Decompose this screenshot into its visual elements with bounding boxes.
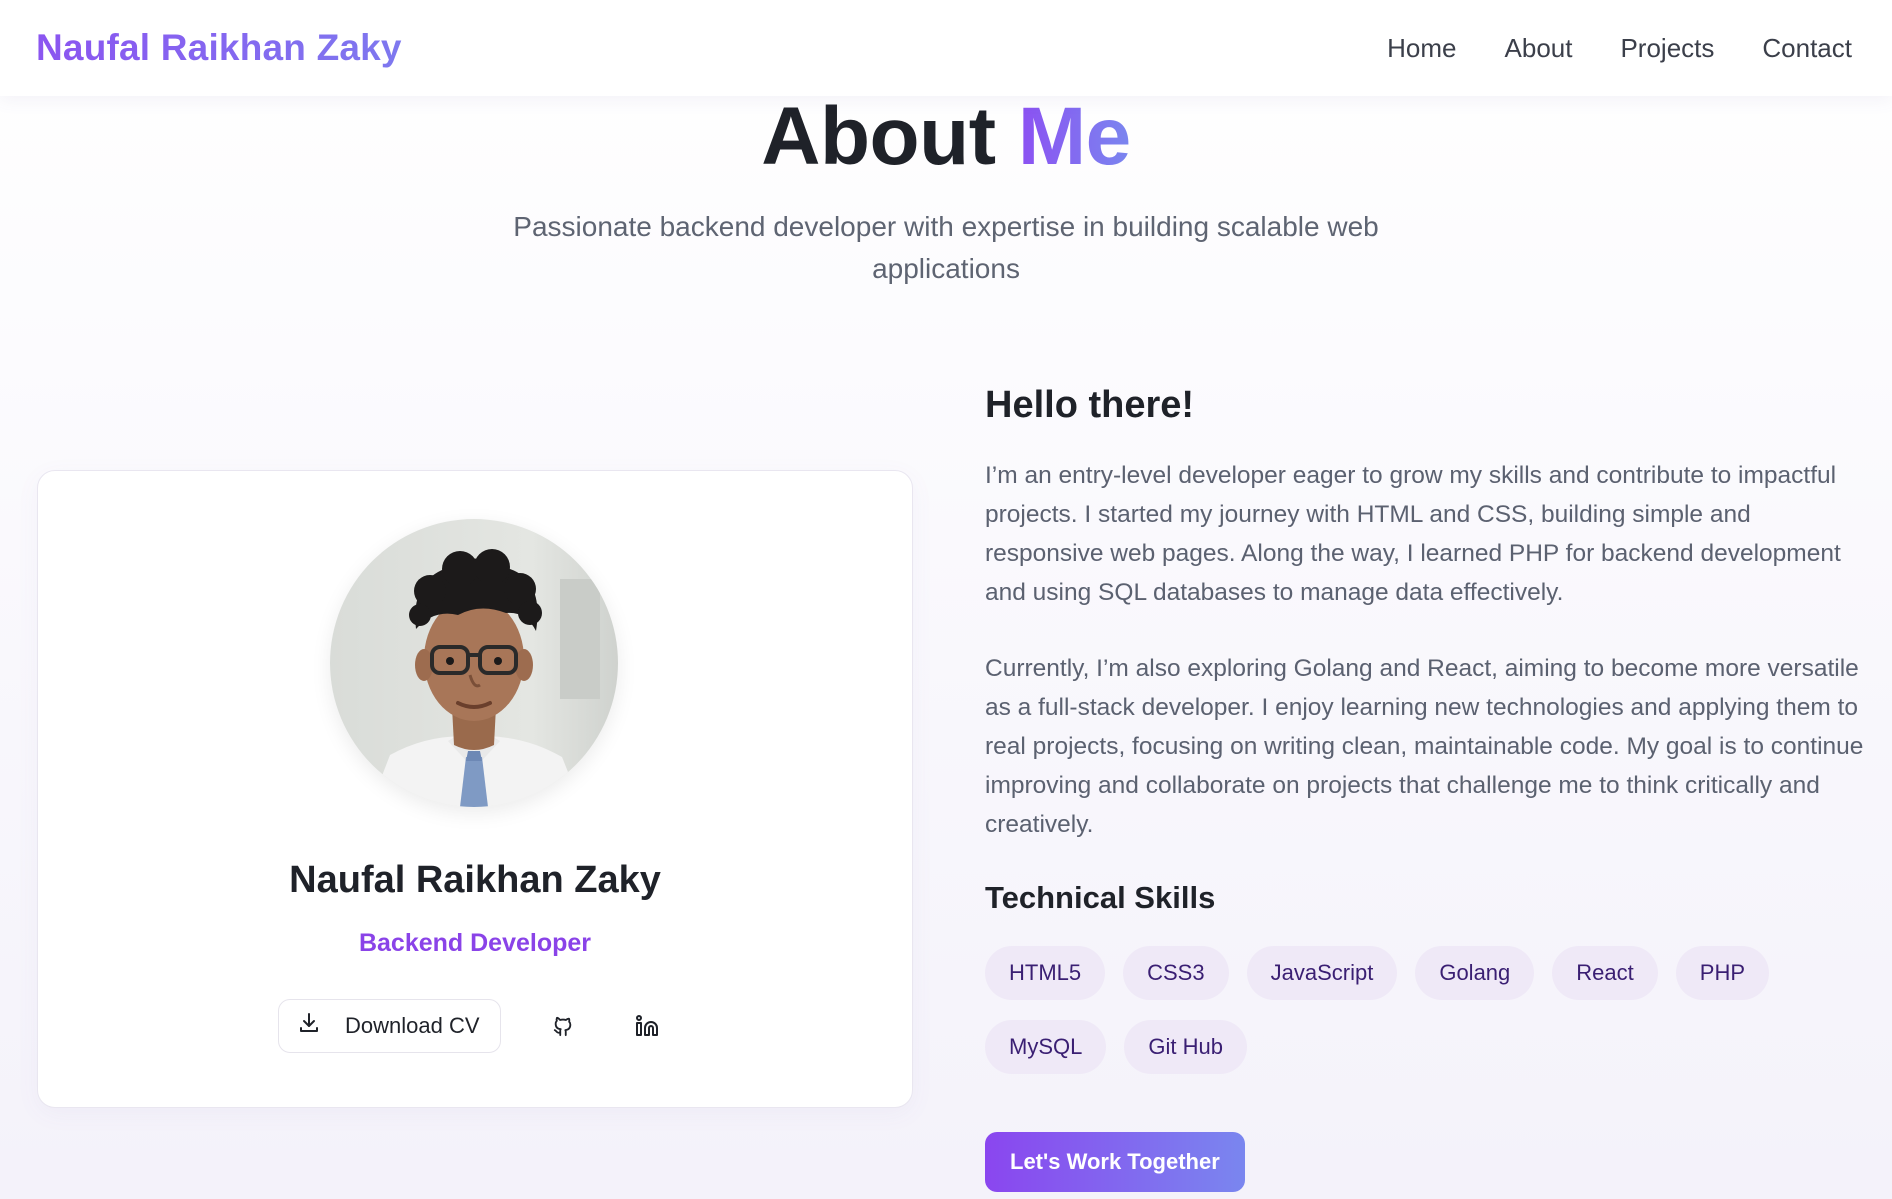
about-paragraph-1: I’m an entry-level developer eager to gr…	[985, 462, 1841, 606]
github-icon[interactable]	[541, 1004, 585, 1048]
work-together-button[interactable]: Let's Work Together	[985, 1132, 1245, 1192]
navbar: Naufal Raikhan Zaky Home About Projects …	[0, 0, 1892, 96]
nav-links: Home About Projects Contact	[1387, 33, 1856, 64]
skill-tag-javascript: JavaScript	[1246, 946, 1398, 1000]
skill-tag-html5: HTML5	[985, 946, 1106, 1000]
brand-logo[interactable]: Naufal Raikhan Zaky	[36, 27, 402, 69]
skill-tag-react: React	[1552, 946, 1658, 1000]
avatar	[330, 519, 618, 807]
skills-heading: Technical Skills	[985, 880, 1216, 915]
nav-link-home[interactable]: Home	[1387, 33, 1456, 64]
skills-list: HTML5 CSS3 JavaScript Golang React PHP M…	[985, 946, 1845, 1074]
about-paragraph-2: Currently, I’m also exploring Golang and…	[985, 655, 1864, 838]
page-title-accent: Me	[1017, 91, 1131, 182]
skill-tag-css3: CSS3	[1123, 946, 1229, 1000]
nav-link-about[interactable]: About	[1505, 33, 1573, 64]
greeting-heading: Hello there!	[985, 384, 1195, 426]
download-icon	[297, 1011, 321, 1041]
profile-name: Naufal Raikhan Zaky	[289, 859, 661, 901]
avatar-photo	[330, 519, 618, 807]
skill-tag-php: PHP	[1675, 946, 1770, 1000]
nav-link-projects[interactable]: Projects	[1620, 33, 1714, 64]
skill-tag-mysql: MySQL	[985, 1020, 1107, 1074]
download-cv-button[interactable]: Download CV	[278, 999, 501, 1053]
page-title: About Me	[0, 88, 1892, 186]
profile-role: Backend Developer	[358, 929, 592, 957]
profile-card: Naufal Raikhan Zaky Backend Developer Do…	[37, 470, 913, 1108]
page-title-main: About	[761, 91, 996, 182]
profile-actions: Download CV	[278, 999, 669, 1053]
nav-link-contact[interactable]: Contact	[1762, 33, 1852, 64]
skill-tag-golang: Golang	[1415, 946, 1535, 1000]
download-cv-label: Download CV	[345, 1013, 480, 1038]
skill-tag-github: Git Hub	[1124, 1020, 1247, 1074]
linkedin-icon[interactable]	[625, 1004, 669, 1048]
page-subtitle: Passionate backend developer with expert…	[513, 211, 1379, 284]
